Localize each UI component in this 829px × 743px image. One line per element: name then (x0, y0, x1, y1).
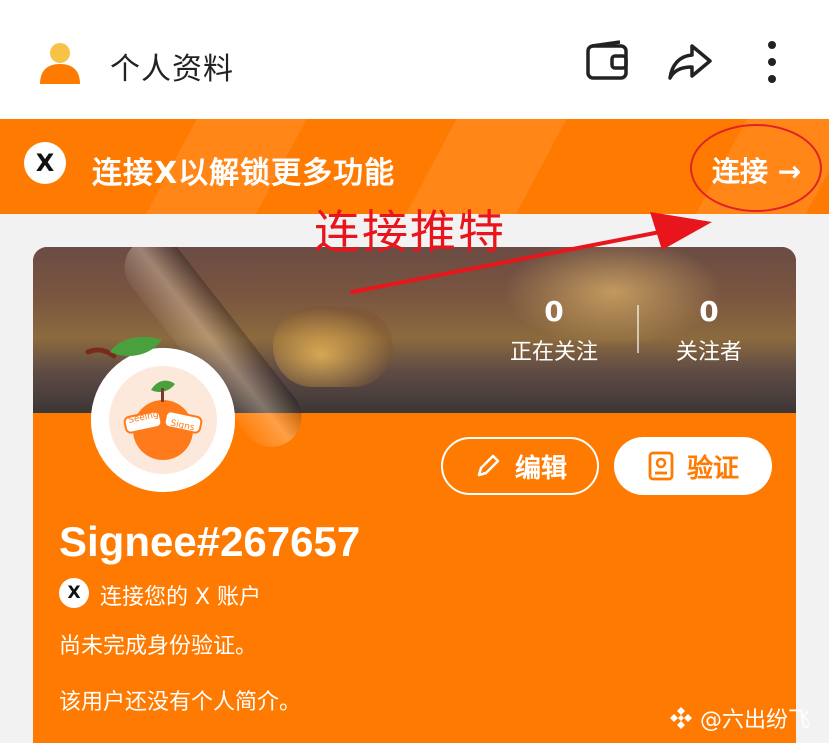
x-logo-icon: X (24, 142, 66, 184)
followers-stat[interactable]: 0 关注者 (669, 295, 749, 366)
followers-count: 0 (699, 295, 719, 328)
leaf-icon (85, 336, 162, 359)
binance-logo-icon (670, 707, 692, 729)
edit-button[interactable]: 编辑 (441, 437, 599, 495)
username: Signee#267657 (59, 518, 361, 565)
annotation-text: 连接推特 (314, 205, 506, 259)
id-card-icon (648, 451, 674, 481)
share-icon[interactable] (664, 36, 716, 88)
following-stat[interactable]: 0 正在关注 (499, 295, 609, 366)
x-logo-small-icon: X (59, 578, 89, 608)
user-avatar-icon[interactable] (38, 40, 82, 84)
verify-label: 验证 (686, 453, 739, 484)
watermark-text: @六出纷飞 (700, 708, 811, 733)
top-bar: 个人资料 (0, 0, 829, 119)
profile-card: 0 正在关注 0 关注者 (33, 247, 796, 743)
following-count: 0 (544, 295, 564, 328)
watermark: @六出纷飞 (668, 702, 810, 734)
stat-divider (637, 305, 639, 353)
cover-bottle (273, 307, 393, 387)
annotation-circle (690, 124, 822, 212)
edit-label: 编辑 (514, 453, 567, 484)
page-title: 个人资料 (110, 52, 234, 87)
followers-label: 关注者 (675, 340, 742, 365)
pencil-icon (477, 454, 500, 477)
connect-x-account-link[interactable]: 连接您的 X 账户 (100, 579, 261, 611)
wallet-icon[interactable] (582, 36, 634, 88)
verification-status: 尚未完成身份验证。 (59, 634, 258, 659)
more-icon[interactable] (746, 36, 798, 88)
banner-text: 连接X以解锁更多功能 (92, 156, 396, 191)
verify-button[interactable]: 验证 (614, 437, 772, 495)
bio-text: 该用户还没有个人简介。 (59, 690, 302, 715)
following-label: 正在关注 (509, 340, 598, 365)
